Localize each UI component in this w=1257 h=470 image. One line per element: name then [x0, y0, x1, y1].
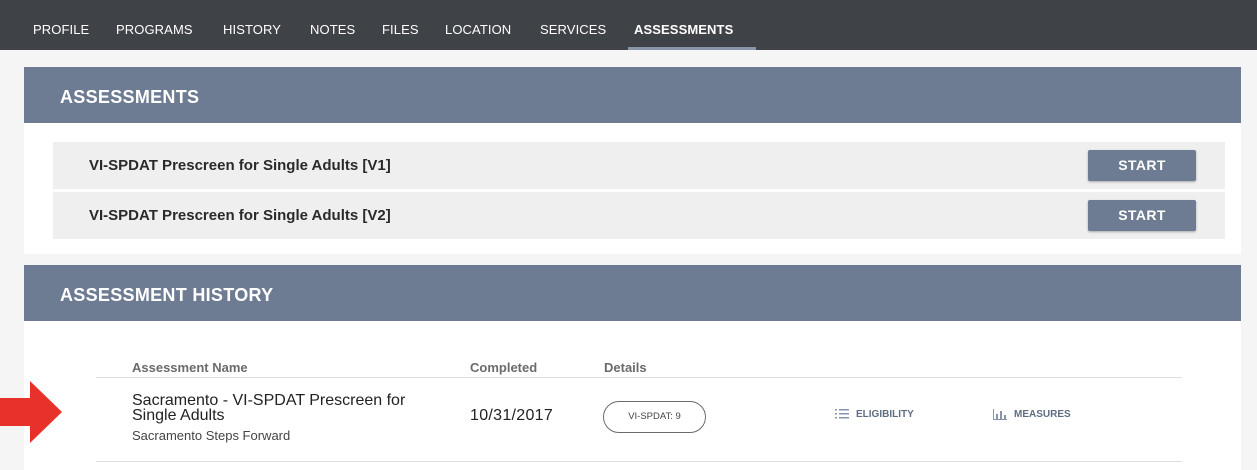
assessment-history-title: ASSESSMENT HISTORY — [60, 285, 274, 305]
assessment-item: VI-SPDAT Prescreen for Single Adults [V1… — [53, 142, 1225, 189]
red-arrow-icon — [0, 381, 62, 443]
tab-assessments[interactable]: ASSESSMENTS — [634, 0, 733, 50]
list-icon — [835, 409, 849, 419]
assessment-item: VI-SPDAT Prescreen for Single Adults [V2… — [53, 192, 1225, 239]
column-header-completed: Completed — [470, 360, 538, 375]
assessments-card: ASSESSMENTS VI-SPDAT Prescreen for Singl… — [24, 67, 1241, 254]
tab-notes[interactable]: NOTES — [310, 0, 355, 50]
start-button[interactable]: START — [1088, 150, 1196, 181]
column-header-name: Assessment Name — [132, 360, 248, 375]
history-organization: Sacramento Steps Forward — [132, 428, 291, 443]
assessment-item-name: VI-SPDAT Prescreen for Single Adults [V2… — [89, 207, 391, 224]
measures-label: MEASURES — [1014, 409, 1071, 421]
column-header-details: Details — [604, 360, 647, 375]
table-divider — [96, 377, 1182, 378]
tab-history[interactable]: HISTORY — [223, 0, 281, 50]
tab-files[interactable]: FILES — [382, 0, 419, 50]
assessment-history-header: ASSESSMENT HISTORY — [24, 265, 1241, 321]
eligibility-label: ELIGIBILITY — [856, 409, 914, 420]
tab-location[interactable]: LOCATION — [445, 0, 511, 50]
tab-services[interactable]: SERVICES — [540, 0, 606, 50]
tab-profile[interactable]: PROFILE — [33, 0, 89, 50]
tab-programs[interactable]: PROGRAMS — [116, 0, 193, 50]
history-completed-date: 10/31/2017 — [470, 407, 554, 424]
table-divider — [96, 461, 1182, 462]
assessments-header: ASSESSMENTS — [24, 67, 1241, 123]
assessments-title: ASSESSMENTS — [60, 87, 200, 107]
bar-chart-icon — [993, 409, 1007, 420]
score-badge[interactable]: VI-SPDAT: 9 — [603, 401, 706, 433]
start-button[interactable]: START — [1088, 200, 1196, 231]
top-nav: PROFILE PROGRAMS HISTORY NOTES FILES LOC… — [0, 0, 1257, 50]
assessment-item-name: VI-SPDAT Prescreen for Single Adults [V1… — [89, 157, 391, 174]
measures-link[interactable]: MEASURES — [993, 409, 1071, 420]
eligibility-link[interactable]: ELIGIBILITY — [835, 409, 914, 420]
history-assessment-name[interactable]: Sacramento - VI-SPDAT Prescreen for Sing… — [132, 393, 452, 424]
